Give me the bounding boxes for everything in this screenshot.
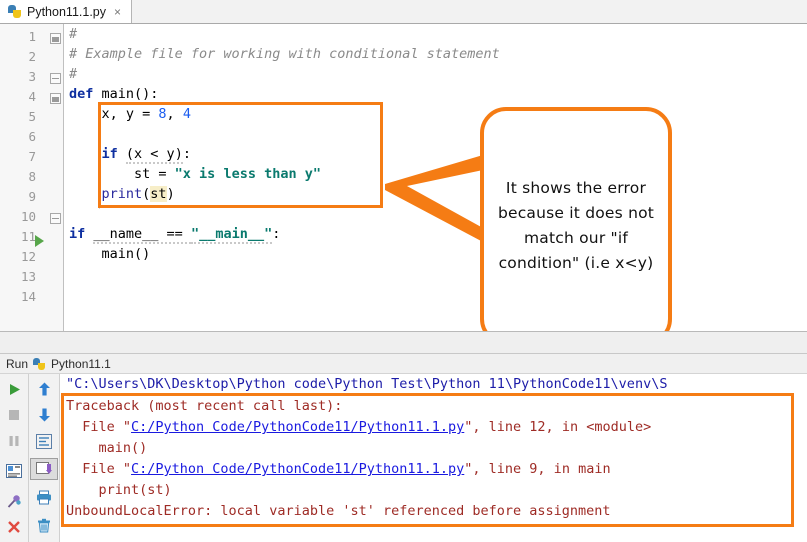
- line-number: 5: [6, 109, 36, 124]
- python-icon: [33, 357, 46, 371]
- annotation-line-3: match our "if: [524, 226, 628, 251]
- run-panel: "C:\Users\DK\Desktop\Python code\Python …: [0, 374, 807, 542]
- code-line-11: if __name__ == "__main__":: [69, 224, 280, 244]
- line-number: 6: [6, 129, 36, 144]
- editor-tab-python11-1[interactable]: Python11.1.py ×: [0, 0, 132, 23]
- console-traceback-line: main(): [66, 438, 147, 459]
- line-number: 12: [6, 249, 36, 264]
- run-gutter-icon[interactable]: [35, 235, 44, 247]
- annotation-bubble: It shows the error because it does not m…: [480, 107, 672, 345]
- line-number: 3: [6, 69, 36, 84]
- console-traceback-line: File "C:/Python Code/PythonCode11/Python…: [66, 417, 651, 438]
- console-traceback-line: UnboundLocalError: local variable 'st' r…: [66, 501, 611, 522]
- traceback-prefix: File ": [66, 461, 131, 477]
- code-line-1: #: [69, 24, 77, 44]
- arrow-down-icon[interactable]: [30, 404, 58, 426]
- line-number: 8: [6, 169, 36, 184]
- editor-tab-bar: Python11.1.py ×: [0, 0, 807, 24]
- fold-toggle-icon[interactable]: [50, 213, 61, 224]
- line-number: 9: [6, 189, 36, 204]
- code-line-8: st = "x is less than y": [69, 164, 321, 184]
- code-line-6: [69, 124, 77, 144]
- fold-toggle-icon[interactable]: [50, 93, 61, 104]
- line-number: 2: [6, 49, 36, 64]
- editor-gutter[interactable]: 1 2 3 4 5 6 7 8 9 10 11 12 13 14: [0, 24, 64, 331]
- traceback-file-link[interactable]: C:/Python Code/PythonCode11/Python11.1.p…: [131, 461, 464, 477]
- console-traceback-line: Traceback (most recent call last):: [66, 396, 342, 417]
- wrap-icon[interactable]: [30, 430, 58, 452]
- code-line-10: [69, 204, 77, 224]
- run-panel-label: Run: [6, 357, 28, 371]
- code-line-4: def main():: [69, 84, 158, 104]
- trash-icon[interactable]: [30, 514, 58, 536]
- line-number: 7: [6, 149, 36, 164]
- line-number: 11: [6, 229, 36, 244]
- editor-tab-label: Python11.1.py: [27, 5, 106, 19]
- scroll-end-icon[interactable]: [30, 458, 58, 480]
- fold-toggle-icon[interactable]: [50, 33, 61, 44]
- code-line-3: #: [69, 64, 77, 84]
- traceback-suffix: ", line 9, in main: [464, 461, 610, 477]
- code-line-2: # Example file for working with conditio…: [69, 44, 500, 64]
- annotation-line-4: condition" (i.e x<y): [499, 251, 654, 276]
- close-icon[interactable]: ×: [111, 5, 121, 19]
- annotation-line-1: It shows the error: [506, 176, 646, 201]
- line-number: 14: [6, 289, 36, 304]
- annotation-bubble-text: It shows the error because it does not m…: [484, 111, 668, 341]
- arrow-up-icon[interactable]: [30, 378, 58, 400]
- code-line-9: print(st): [69, 184, 175, 204]
- line-number: 4: [6, 89, 36, 104]
- console-traceback-line: File "C:/Python Code/PythonCode11/Python…: [66, 459, 611, 480]
- code-line-14: [69, 284, 77, 304]
- run-console-output[interactable]: "C:\Users\DK\Desktop\Python code\Python …: [60, 374, 807, 542]
- code-line-12: main(): [69, 244, 150, 264]
- printer-icon[interactable]: [30, 486, 58, 508]
- traceback-file-link[interactable]: C:/Python Code/PythonCode11/Python11.1.p…: [131, 419, 464, 435]
- traceback-suffix: ", line 12, in <module>: [464, 419, 651, 435]
- console-command-line: "C:\Users\DK\Desktop\Python code\Python …: [66, 374, 667, 395]
- traceback-prefix: File ": [66, 419, 131, 435]
- rerun-button[interactable]: [0, 378, 28, 400]
- code-line-7: if (x < y):: [69, 144, 191, 164]
- pause-button[interactable]: [0, 430, 28, 452]
- fold-toggle-icon[interactable]: [50, 73, 61, 84]
- annotation-line-2: because it does not: [498, 201, 654, 226]
- run-configuration-name[interactable]: Python11.1: [51, 357, 111, 371]
- python-file-icon: [8, 4, 22, 19]
- pin-icon[interactable]: [0, 490, 28, 512]
- line-number: 13: [6, 269, 36, 284]
- run-panel-header: Run Python11.1: [0, 354, 807, 374]
- run-toolbar-right: [29, 374, 60, 542]
- console-toggle-button[interactable]: [0, 460, 28, 482]
- run-toolbar-left: [0, 374, 29, 542]
- console-traceback-line: print(st): [66, 480, 172, 501]
- stop-button[interactable]: [0, 404, 28, 426]
- code-editor[interactable]: 1 2 3 4 5 6 7 8 9 10 11 12 13 14 # # Exa…: [0, 24, 807, 331]
- line-number: 10: [6, 209, 36, 224]
- close-x-icon[interactable]: [0, 516, 28, 538]
- code-line-13: [69, 264, 77, 284]
- line-number: 1: [6, 29, 36, 44]
- panel-splitter[interactable]: [0, 331, 807, 354]
- annotation-arrow-icon: [385, 152, 495, 242]
- code-line-5: x, y = 8, 4: [69, 104, 191, 124]
